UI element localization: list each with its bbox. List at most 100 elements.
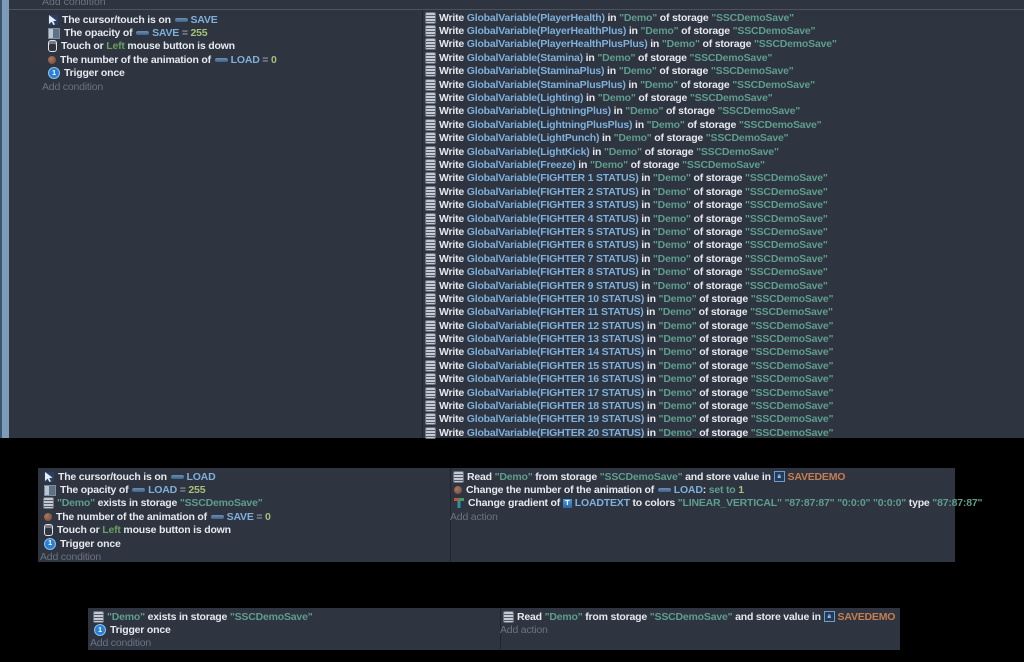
object-link[interactable]: GlobalVariable(LightningPlusPlus) xyxy=(467,119,633,131)
action-row[interactable]: Read "Demo" from storage "SSCDemoSave" a… xyxy=(454,470,982,483)
object-link[interactable]: GlobalVariable(FIGHTER 20 STATUS) xyxy=(467,427,644,439)
condition-row[interactable]: Trigger once xyxy=(94,623,313,636)
action-row[interactable]: Write GlobalVariable(FIGHTER 2 STATUS) i… xyxy=(426,185,837,198)
action-row[interactable]: Write GlobalVariable(FIGHTER 12 STATUS) … xyxy=(426,319,837,332)
condition-row[interactable]: The number of the animation of LOAD = 0 xyxy=(48,53,277,66)
event-margin-bar[interactable] xyxy=(2,0,9,438)
object-link[interactable]: GlobalVariable(FIGHTER 8 STATUS) xyxy=(467,266,639,278)
condition-row[interactable]: The cursor/touch is on LOAD xyxy=(44,470,271,483)
action-row[interactable]: Change the number of the animation of LO… xyxy=(454,483,982,496)
action-row[interactable]: Write GlobalVariable(FIGHTER 17 STATUS) … xyxy=(426,386,837,399)
condition-row[interactable]: Touch or Left mouse button is down xyxy=(48,40,277,53)
object-link[interactable]: SAVE xyxy=(152,27,179,39)
action-row[interactable]: Write GlobalVariable(FIGHTER 19 STATUS) … xyxy=(426,413,837,426)
object-link[interactable]: GlobalVariable(StaminaPlus) xyxy=(467,65,605,77)
object-link[interactable]: GlobalVariable(Freeze) xyxy=(467,159,576,171)
object-link[interactable]: GlobalVariable(FIGHTER 10 STATUS) xyxy=(467,293,644,305)
object-link[interactable]: GlobalVariable(PlayerHealthPlus) xyxy=(467,25,626,37)
object-link[interactable]: SAVE xyxy=(191,14,218,26)
action-row[interactable]: Write GlobalVariable(PlayerHealth) in "D… xyxy=(426,11,837,24)
object-link[interactable]: SAVEDEMO xyxy=(788,471,846,483)
action-row[interactable]: Write GlobalVariable(FIGHTER 9 STATUS) i… xyxy=(426,279,837,292)
add-condition-link[interactable]: Add condition xyxy=(40,550,271,563)
add-condition-link[interactable]: Add condition xyxy=(42,80,277,93)
action-row[interactable]: Write GlobalVariable(FIGHTER 6 STATUS) i… xyxy=(426,239,837,252)
action-row[interactable]: Write GlobalVariable(FIGHTER 10 STATUS) … xyxy=(426,292,837,305)
object-link[interactable]: GlobalVariable(FIGHTER 5 STATUS) xyxy=(467,226,639,238)
condition-row[interactable]: Trigger once xyxy=(48,67,277,80)
object-link[interactable]: GlobalVariable(FIGHTER 11 STATUS) xyxy=(467,306,644,318)
object-link[interactable]: GlobalVariable(FIGHTER 18 STATUS) xyxy=(467,400,644,412)
object-link[interactable]: GlobalVariable(FIGHTER 16 STATUS) xyxy=(467,373,644,385)
action-row[interactable]: Write GlobalVariable(LightKick) in "Demo… xyxy=(426,145,837,158)
action-row[interactable]: Write GlobalVariable(FIGHTER 14 STATUS) … xyxy=(426,346,837,359)
object-link[interactable]: GlobalVariable(LightningPlus) xyxy=(467,105,611,117)
condition-row[interactable]: Touch or Left mouse button is down xyxy=(44,524,271,537)
action-row[interactable]: Write GlobalVariable(FIGHTER 1 STATUS) i… xyxy=(426,172,837,185)
object-link[interactable]: GlobalVariable(FIGHTER 2 STATUS) xyxy=(467,186,639,198)
action-row[interactable]: Write GlobalVariable(FIGHTER 15 STATUS) … xyxy=(426,359,837,372)
object-link[interactable]: GlobalVariable(FIGHTER 9 STATUS) xyxy=(467,280,639,292)
action-row[interactable]: Change gradient of LOADTEXT to colors "L… xyxy=(454,497,982,510)
action-row[interactable]: Write GlobalVariable(LightningPlusPlus) … xyxy=(426,118,837,131)
object-link[interactable]: GlobalVariable(FIGHTER 7 STATUS) xyxy=(467,253,639,265)
action-row[interactable]: Write GlobalVariable(FIGHTER 3 STATUS) i… xyxy=(426,198,837,211)
action-row[interactable]: Write GlobalVariable(StaminaPlusPlus) in… xyxy=(426,78,837,91)
condition-row[interactable]: Trigger once xyxy=(44,537,271,550)
object-link[interactable]: LOAD xyxy=(231,54,260,66)
condition-row[interactable]: The number of the animation of SAVE = 0 xyxy=(44,510,271,523)
object-link[interactable]: LOADTEXT xyxy=(575,497,630,509)
object-link[interactable]: GlobalVariable(FIGHTER 13 STATUS) xyxy=(467,333,644,345)
object-link[interactable]: LOAD xyxy=(674,484,703,496)
object-link[interactable]: GlobalVariable(FIGHTER 6 STATUS) xyxy=(467,239,639,251)
add-condition-link[interactable]: Add condition xyxy=(42,0,106,8)
action-row[interactable]: Read "Demo" from storage "SSCDemoSave" a… xyxy=(504,610,895,623)
add-action-link[interactable]: Add action xyxy=(450,510,982,523)
object-link[interactable]: GlobalVariable(FIGHTER 4 STATUS) xyxy=(467,213,639,225)
action-row[interactable]: Write GlobalVariable(FIGHTER 4 STATUS) i… xyxy=(426,212,837,225)
object-link[interactable]: GlobalVariable(Stamina) xyxy=(467,52,583,64)
condition-row[interactable]: The opacity of SAVE = 255 xyxy=(48,26,277,39)
action-row[interactable]: Write GlobalVariable(PlayerHealthPlus) i… xyxy=(426,24,837,37)
action-row[interactable]: Write GlobalVariable(FIGHTER 7 STATUS) i… xyxy=(426,252,837,265)
object-link[interactable]: LOAD xyxy=(187,471,216,483)
object-link[interactable]: GlobalVariable(FIGHTER 3 STATUS) xyxy=(467,199,639,211)
action-row[interactable]: Write GlobalVariable(Stamina) in "Demo" … xyxy=(426,51,837,64)
add-condition-link[interactable]: Add condition xyxy=(90,637,313,650)
object-link[interactable]: LOAD xyxy=(148,484,177,496)
object-link[interactable]: GlobalVariable(FIGHTER 19 STATUS) xyxy=(467,413,644,425)
action-row[interactable]: Write GlobalVariable(LightningPlus) in "… xyxy=(426,105,837,118)
action-row[interactable]: Write GlobalVariable(FIGHTER 13 STATUS) … xyxy=(426,332,837,345)
condition-row[interactable]: "Demo" exists in storage "SSCDemoSave" xyxy=(44,497,271,510)
action-row[interactable]: Write GlobalVariable(Freeze) in "Demo" o… xyxy=(426,158,837,171)
action-row[interactable]: Write GlobalVariable(FIGHTER 5 STATUS) i… xyxy=(426,225,837,238)
condition-row[interactable]: The cursor/touch is on SAVE xyxy=(48,13,277,26)
object-link[interactable]: GlobalVariable(FIGHTER 15 STATUS) xyxy=(467,360,644,372)
object-link[interactable]: GlobalVariable(PlayerHealthPlusPlus) xyxy=(467,38,648,50)
object-link[interactable]: GlobalVariable(FIGHTER 1 STATUS) xyxy=(467,172,639,184)
action-row[interactable]: Write GlobalVariable(StaminaPlus) in "De… xyxy=(426,65,837,78)
object-link[interactable]: GlobalVariable(FIGHTER 14 STATUS) xyxy=(467,346,644,358)
action-row[interactable]: Write GlobalVariable(LightPunch) in "Dem… xyxy=(426,132,837,145)
object-link[interactable]: GlobalVariable(LightKick) xyxy=(467,146,590,158)
object-link[interactable]: GlobalVariable(StaminaPlusPlus) xyxy=(467,79,626,91)
action-row[interactable]: Write GlobalVariable(FIGHTER 18 STATUS) … xyxy=(426,399,837,412)
text-segment: of storage xyxy=(691,226,745,238)
previous-event-add-condition-row[interactable]: Add condition xyxy=(0,0,1024,9)
add-action-link[interactable]: Add action xyxy=(500,623,895,636)
object-link[interactable]: SAVE xyxy=(227,511,254,523)
object-link[interactable]: GlobalVariable(LightPunch) xyxy=(467,132,599,144)
object-link[interactable]: GlobalVariable(FIGHTER 17 STATUS) xyxy=(467,387,644,399)
action-row[interactable]: Write GlobalVariable(FIGHTER 20 STATUS) … xyxy=(426,426,837,439)
action-row[interactable]: Write GlobalVariable(Lighting) in "Demo"… xyxy=(426,91,837,104)
action-row[interactable]: Write GlobalVariable(PlayerHealthPlusPlu… xyxy=(426,38,837,51)
condition-row[interactable]: "Demo" exists in storage "SSCDemoSave" xyxy=(94,610,313,623)
object-link[interactable]: GlobalVariable(Lighting) xyxy=(467,92,584,104)
object-link[interactable]: GlobalVariable(FIGHTER 12 STATUS) xyxy=(467,320,644,332)
condition-row[interactable]: The opacity of LOAD = 255 xyxy=(44,483,271,496)
action-row[interactable]: Write GlobalVariable(FIGHTER 11 STATUS) … xyxy=(426,306,837,319)
action-row[interactable]: Write GlobalVariable(FIGHTER 8 STATUS) i… xyxy=(426,265,837,278)
object-link[interactable]: SAVEDEMO xyxy=(838,611,896,623)
object-link[interactable]: GlobalVariable(PlayerHealth) xyxy=(467,12,605,24)
action-row[interactable]: Write GlobalVariable(FIGHTER 16 STATUS) … xyxy=(426,373,837,386)
